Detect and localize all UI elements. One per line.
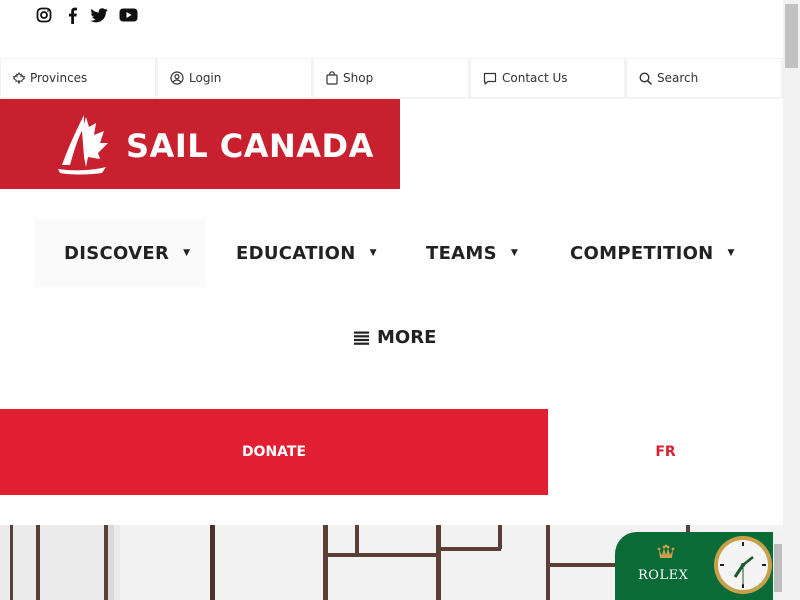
nav-teams-label: TEAMS xyxy=(426,242,497,264)
sail-canada-logo[interactable]: SAIL CANADA xyxy=(0,99,400,189)
shop-link[interactable]: Shop xyxy=(314,59,468,97)
more-menu-button[interactable]: MORE xyxy=(354,327,436,348)
login-label: Login xyxy=(189,71,222,85)
nav-discover-label: DISCOVER xyxy=(64,242,170,264)
nav-education[interactable]: EDUCATION ▼ xyxy=(236,219,377,287)
logo-wordmark: SAIL CANADA xyxy=(126,127,374,165)
search-label: Search xyxy=(657,71,699,85)
instagram-icon[interactable] xyxy=(35,6,53,24)
language-label: FR xyxy=(655,444,676,460)
login-link[interactable]: Login xyxy=(158,59,311,97)
hamburger-icon xyxy=(354,331,369,345)
facebook-icon[interactable] xyxy=(63,6,81,24)
search-icon xyxy=(639,71,652,85)
youtube-icon[interactable] xyxy=(118,6,138,24)
social-bar xyxy=(0,0,783,58)
widget-scrollbar[interactable] xyxy=(773,532,783,600)
contact-link[interactable]: Contact Us xyxy=(471,59,624,97)
rolex-brand: ROLEX xyxy=(638,568,689,583)
nav-competition[interactable]: COMPETITION ▼ xyxy=(570,219,735,287)
rolex-clock-widget[interactable]: ROLEX xyxy=(615,532,774,600)
caret-down-icon: ▼ xyxy=(183,248,191,258)
nav-competition-label: COMPETITION xyxy=(570,242,714,264)
nav-education-label: EDUCATION xyxy=(236,242,356,264)
provinces-link[interactable]: Provinces xyxy=(1,59,155,97)
shopping-bag-icon xyxy=(326,71,338,85)
search-link[interactable]: Search xyxy=(627,59,781,97)
page-scrollbar-thumb[interactable] xyxy=(785,4,798,68)
nav-discover[interactable]: DISCOVER ▼ xyxy=(34,219,206,287)
caret-down-icon: ▼ xyxy=(510,248,519,258)
caret-down-icon: ▼ xyxy=(369,248,377,258)
clock-icon xyxy=(714,536,772,594)
contact-label: Contact Us xyxy=(502,71,568,85)
page-scrollbar[interactable] xyxy=(783,0,800,600)
twitter-icon[interactable] xyxy=(90,6,108,24)
rolex-crown-icon xyxy=(657,544,675,558)
sailboat-maple-leaf-icon xyxy=(58,115,108,175)
utility-bar: Provinces Login Shop Contact Us Search xyxy=(0,58,783,99)
nav-teams[interactable]: TEAMS ▼ xyxy=(426,219,518,287)
shop-label: Shop xyxy=(343,71,374,85)
widget-scrollbar-thumb[interactable] xyxy=(774,544,782,592)
user-circle-icon xyxy=(170,71,184,85)
donate-label: DONATE xyxy=(241,444,307,460)
provinces-label: Provinces xyxy=(30,71,88,85)
maple-leaf-icon xyxy=(13,72,25,84)
more-label: MORE xyxy=(377,327,437,348)
donate-button[interactable]: DONATE xyxy=(0,409,548,495)
caret-down-icon: ▼ xyxy=(727,248,735,258)
language-toggle-fr[interactable]: FR xyxy=(548,409,783,495)
chat-bubble-icon xyxy=(483,72,497,85)
